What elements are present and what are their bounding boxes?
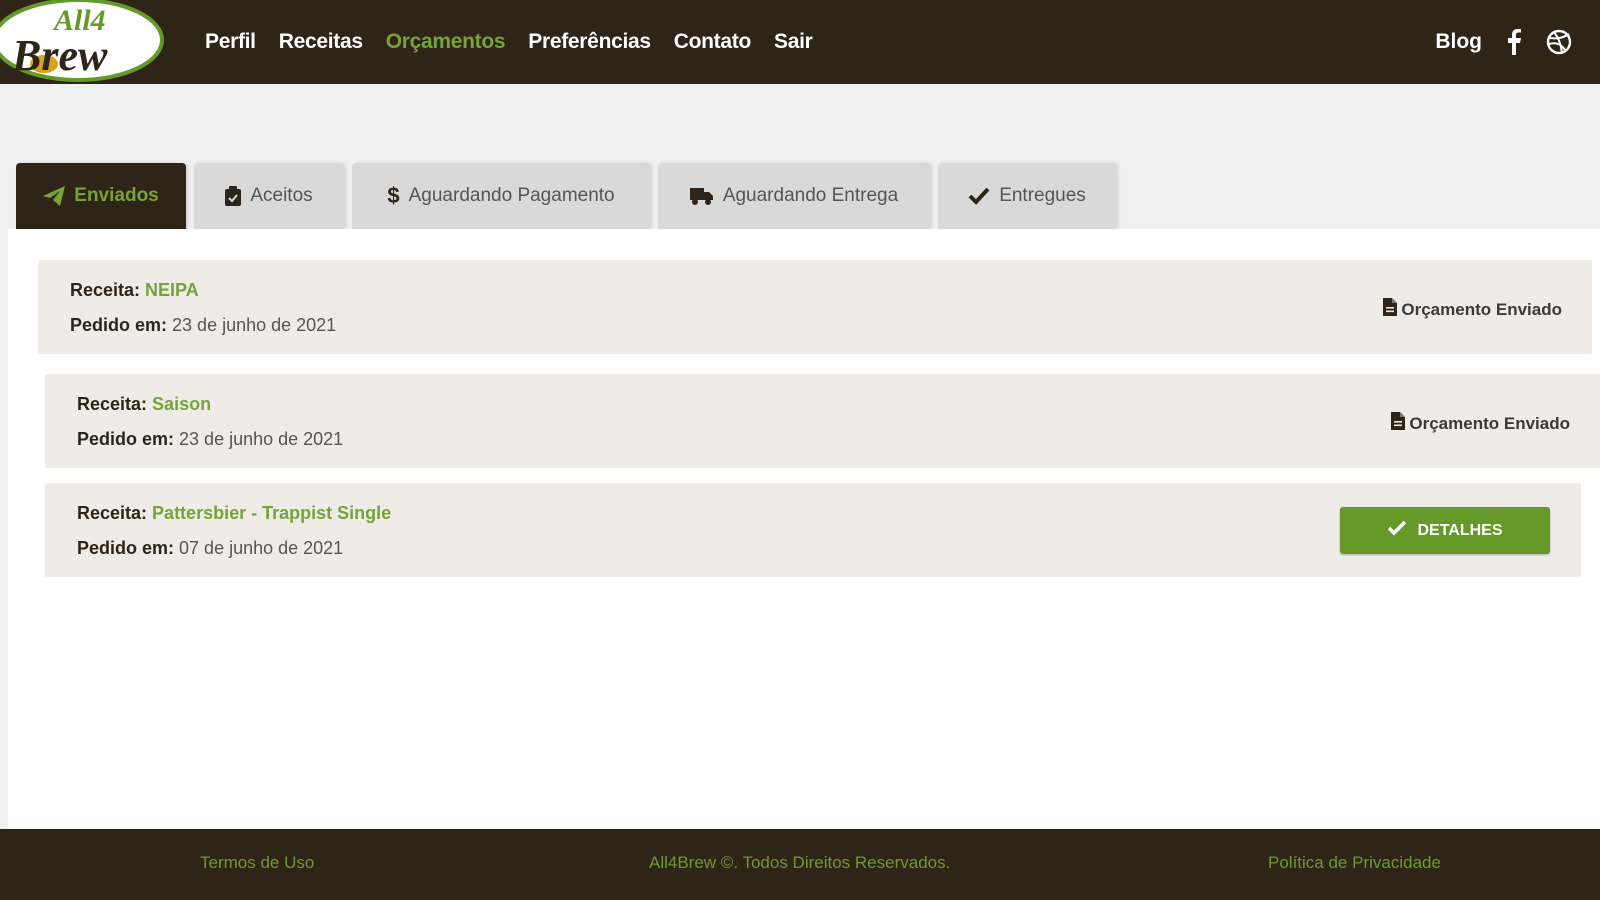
nav-right: Blog: [1435, 0, 1572, 84]
status-badge: Orçamento Enviado: [1383, 298, 1562, 321]
tab-entregues[interactable]: Entregues: [938, 163, 1116, 229]
svg-text:Brew: Brew: [11, 31, 108, 80]
order-recipe-line: Receita: Saison: [77, 394, 212, 414]
document-icon: [1391, 412, 1406, 435]
document-icon: [1383, 298, 1398, 321]
order-date: 23 de junho de 2021: [172, 315, 337, 335]
top-navbar: All4 Brew Perfil Receitas Orçamentos Pre…: [0, 0, 1600, 84]
order-card: Receita: Pattersbier - Trappist Single P…: [45, 483, 1581, 577]
dollar-icon: $: [387, 183, 400, 208]
order-status-tabs: Enviados Aceitos $ Aguardando Pagamento …: [16, 163, 1116, 229]
orders-panel: Receita: NEIPA Pedido em: 23 de junho de…: [8, 229, 1600, 829]
tab-aceitos[interactable]: Aceitos: [194, 163, 344, 229]
order-date-line: Pedido em: 07 de junho de 2021: [77, 538, 344, 558]
privacy-link[interactable]: Política de Privacidade: [1268, 853, 1441, 873]
facebook-icon[interactable]: [1506, 29, 1522, 55]
order-date-line: Pedido em: 23 de junho de 2021: [70, 315, 337, 335]
order-date: 23 de junho de 2021: [179, 429, 344, 449]
order-recipe-link[interactable]: Saison: [152, 394, 211, 414]
main-nav: Perfil Receitas Orçamentos Preferências …: [205, 0, 813, 84]
nav-orcamentos[interactable]: Orçamentos: [386, 30, 506, 54]
truck-icon: [689, 187, 714, 205]
nav-preferencias[interactable]: Preferências: [528, 30, 651, 54]
order-recipe-link[interactable]: Pattersbier - Trappist Single: [152, 503, 391, 523]
nav-blog[interactable]: Blog: [1435, 30, 1482, 54]
tab-aguardando-entrega[interactable]: Aguardando Entrega: [658, 163, 930, 229]
terms-link[interactable]: Termos de Uso: [200, 853, 314, 873]
order-recipe-link[interactable]: NEIPA: [145, 280, 199, 300]
check-icon: [968, 187, 990, 205]
tab-enviados[interactable]: Enviados: [16, 163, 186, 229]
nav-receitas[interactable]: Receitas: [279, 30, 363, 54]
paper-plane-icon: [43, 186, 66, 206]
order-card: Receita: Saison Pedido em: 23 de junho d…: [45, 374, 1600, 468]
nav-contato[interactable]: Contato: [674, 30, 752, 54]
copyright-text: All4Brew ©. Todos Direitos Reservados.: [649, 853, 951, 872]
order-date: 07 de junho de 2021: [179, 538, 344, 558]
order-recipe-line: Receita: Pattersbier - Trappist Single: [77, 503, 392, 523]
details-button[interactable]: DETALHES: [1340, 507, 1550, 554]
status-badge: Orçamento Enviado: [1391, 412, 1570, 435]
all4brew-logo[interactable]: All4 Brew: [0, 0, 170, 84]
nav-sair[interactable]: Sair: [774, 30, 813, 54]
order-recipe-line: Receita: NEIPA: [70, 280, 199, 300]
tab-aguardando-pagamento[interactable]: $ Aguardando Pagamento: [352, 163, 650, 229]
footer: Termos de Uso All4Brew ©. Todos Direitos…: [0, 829, 1600, 900]
clipboard-check-icon: [225, 186, 242, 206]
nav-perfil[interactable]: Perfil: [205, 30, 256, 54]
order-card: Receita: NEIPA Pedido em: 23 de junho de…: [38, 260, 1592, 354]
order-date-line: Pedido em: 23 de junho de 2021: [77, 429, 344, 449]
check-icon: [1387, 520, 1407, 541]
dribbble-icon[interactable]: [1546, 29, 1572, 55]
